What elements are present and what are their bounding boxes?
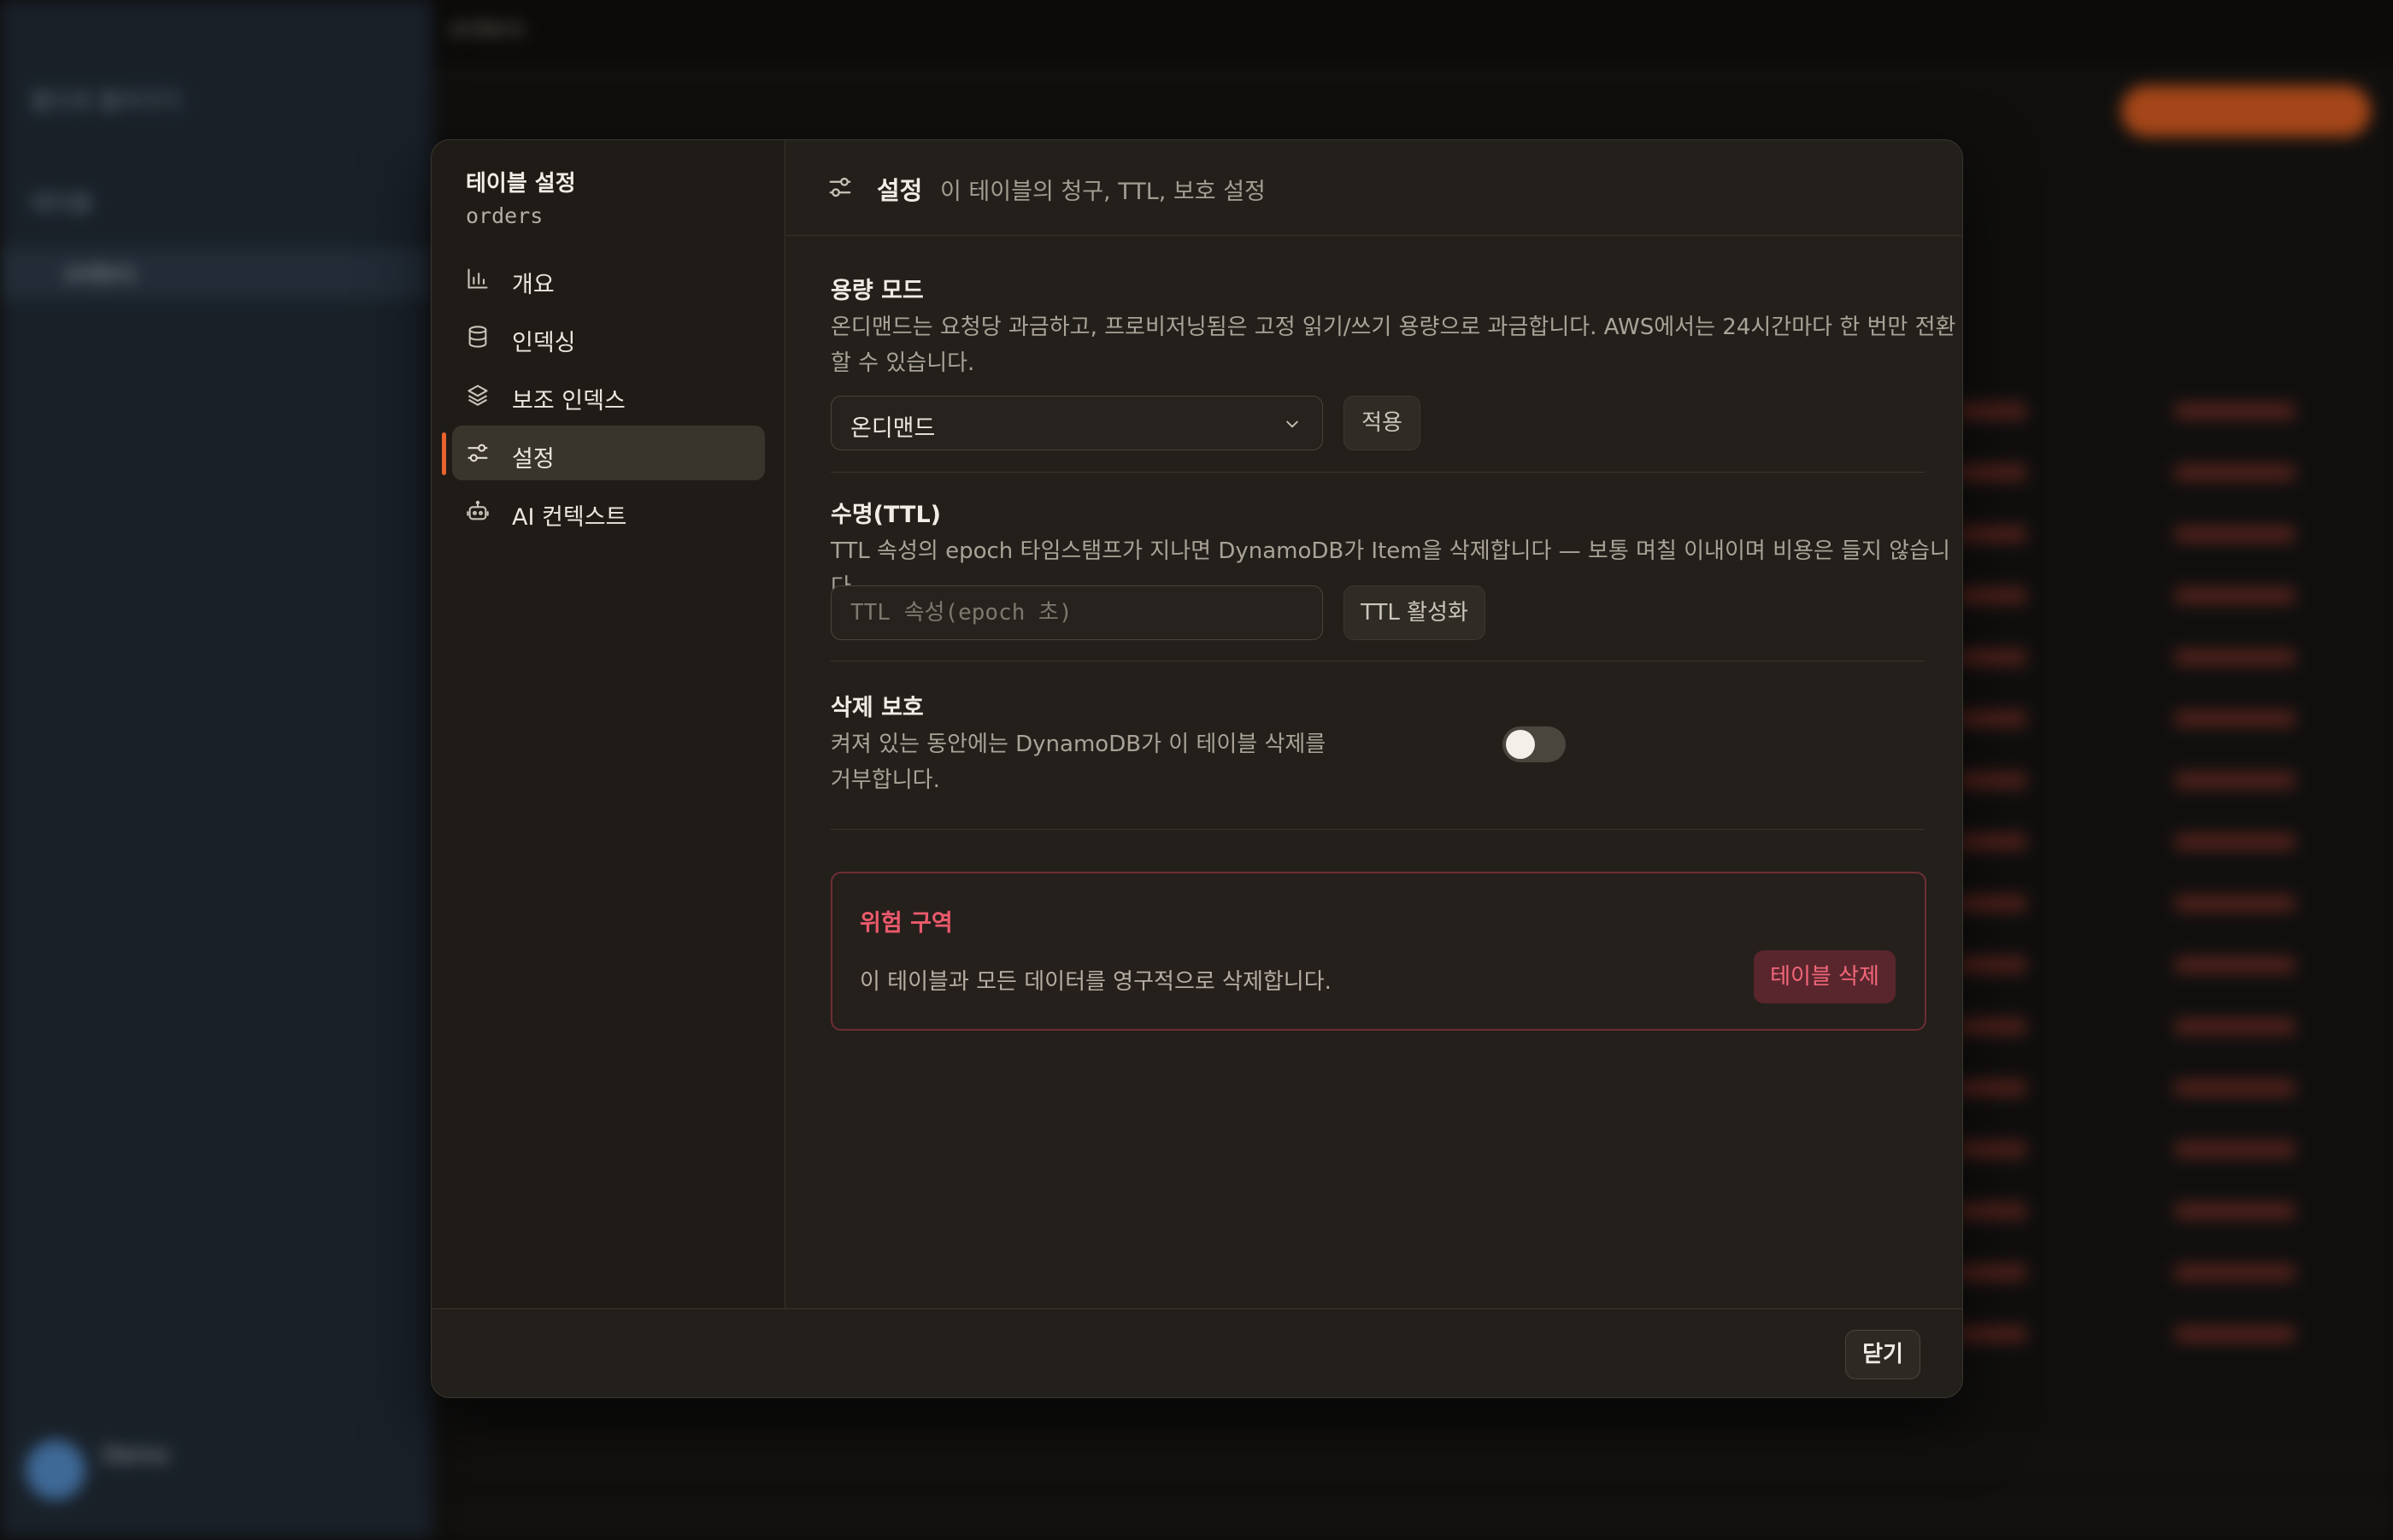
robot-icon <box>467 500 489 520</box>
background-table-row <box>1957 701 2393 735</box>
background-back-link: 홈으로 돌아가기 <box>31 89 181 115</box>
nav-item-label: AI 컨텍스트 <box>512 504 627 531</box>
nav-item-label: 보조 인덱스 <box>512 388 626 414</box>
nav-active-indicator <box>442 432 446 475</box>
chevron-down-icon <box>1286 420 1298 428</box>
nav-item-label: 인덱싱 <box>512 330 576 356</box>
capacity-mode-title: 용량 모드 <box>831 278 924 304</box>
page-subtitle: 이 테이블의 청구, TTL, 보호 설정 <box>940 179 1266 205</box>
background-active-table: orders <box>65 261 136 286</box>
background-table-row <box>462 1497 2393 1540</box>
background-table-row <box>1957 947 2393 981</box>
modal-footer: 닫기 <box>432 1308 1962 1397</box>
bar-chart-icon <box>467 268 488 289</box>
nav-title: 테이블 설정 <box>466 171 576 197</box>
background-table-row <box>1957 885 2393 920</box>
ttl-attribute-input[interactable] <box>832 586 1322 639</box>
sliders-icon <box>829 177 851 197</box>
page-title: 설정 <box>877 176 923 205</box>
background-table-row <box>1957 1008 2393 1043</box>
background-table-row <box>462 1436 2393 1478</box>
deletion-protection-title: 삭제 보호 <box>831 695 924 721</box>
background-table-row <box>1957 455 2393 489</box>
capacity-mode-selected-value: 온디맨드 <box>850 415 936 442</box>
background-avatar <box>26 1440 85 1500</box>
layers-icon <box>467 385 488 406</box>
background-table-row <box>1957 762 2393 796</box>
background-table-row <box>1957 393 2393 427</box>
nav-item-secondary-index[interactable]: 보조 인덱스 <box>452 367 765 422</box>
close-button[interactable]: 닫기 <box>1845 1330 1920 1379</box>
background-topbar-title: orders <box>449 14 526 42</box>
nav-item-indexing[interactable]: 인덱싱 <box>452 309 765 364</box>
nav-item-ai-context[interactable]: AI 컨텍스트 <box>452 484 765 538</box>
settings-content: 설정 이 테이블의 청구, TTL, 보호 설정 용량 모드 온디맨드는 요청당… <box>786 140 1962 1308</box>
deletion-protection-description-line1: 켜져 있는 동안에는 DynamoDB가 이 테이블 삭제를 <box>831 732 1326 757</box>
danger-zone-title: 위험 구역 <box>860 910 953 937</box>
nav-item-settings[interactable]: 설정 <box>452 426 765 480</box>
enable-ttl-button[interactable]: TTL 활성화 <box>1343 585 1485 640</box>
background-table-row <box>1957 639 2393 673</box>
capacity-mode-description-line1: 온디맨드는 요청당 과금하고, 프로비저닝됨은 고정 읽기/쓰기 용량으로 과금… <box>831 314 1956 340</box>
background-table-row <box>1957 1070 2393 1104</box>
ttl-title: 수명(TTL) <box>831 502 942 528</box>
database-icon <box>468 326 487 348</box>
background-topbar: orders <box>432 0 2393 68</box>
deletion-protection-description-line2: 거부합니다. <box>831 767 940 793</box>
ttl-attribute-field[interactable] <box>831 585 1323 640</box>
section-divider <box>831 829 1925 830</box>
background-table-row <box>1957 1316 2393 1350</box>
background-table-row <box>1957 578 2393 612</box>
nav-item-overview[interactable]: 개요 <box>452 251 765 306</box>
capacity-mode-select[interactable]: 온디맨드 <box>831 396 1323 450</box>
toggle-knob <box>1506 730 1535 759</box>
nav-table-name: orders <box>466 203 544 228</box>
background-primary-button <box>2121 85 2371 137</box>
background-table-row <box>1957 1131 2393 1166</box>
table-settings-modal: 테이블 설정 orders 개요 인덱싱 보조 인덱스 설정 AI 컨텍스트 설… <box>431 139 1963 1398</box>
nav-item-label: 설정 <box>512 446 555 473</box>
nav-item-label: 개요 <box>512 272 555 298</box>
capacity-mode-description-line2: 할 수 있습니다. <box>831 350 975 376</box>
background-table-row <box>1957 824 2393 858</box>
deletion-protection-toggle[interactable] <box>1502 726 1566 762</box>
background-user-name: Demo <box>103 1443 169 1468</box>
danger-zone-description: 이 테이블과 모든 데이터를 영구적으로 삭제합니다. <box>860 969 1332 995</box>
danger-zone: 위험 구역 이 테이블과 모든 데이터를 영구적으로 삭제합니다. 테이블 삭제 <box>831 872 1926 1031</box>
section-divider <box>831 472 1925 473</box>
background-table-row <box>1957 1193 2393 1227</box>
settings-nav: 테이블 설정 orders 개요 인덱싱 보조 인덱스 설정 AI 컨텍스트 <box>432 140 785 1308</box>
sliders-icon <box>467 444 488 462</box>
background-table-row <box>1957 516 2393 550</box>
delete-table-button[interactable]: 테이블 삭제 <box>1754 950 1896 1003</box>
background-section-label: 테이블 <box>31 191 92 217</box>
background-table-row <box>1957 1255 2393 1289</box>
apply-capacity-button[interactable]: 적용 <box>1343 396 1420 450</box>
background-sidebar: 홈으로 돌아가기 테이블 orders Demo <box>0 0 432 1538</box>
content-header: 설정 이 테이블의 청구, TTL, 보호 설정 <box>786 140 1962 236</box>
